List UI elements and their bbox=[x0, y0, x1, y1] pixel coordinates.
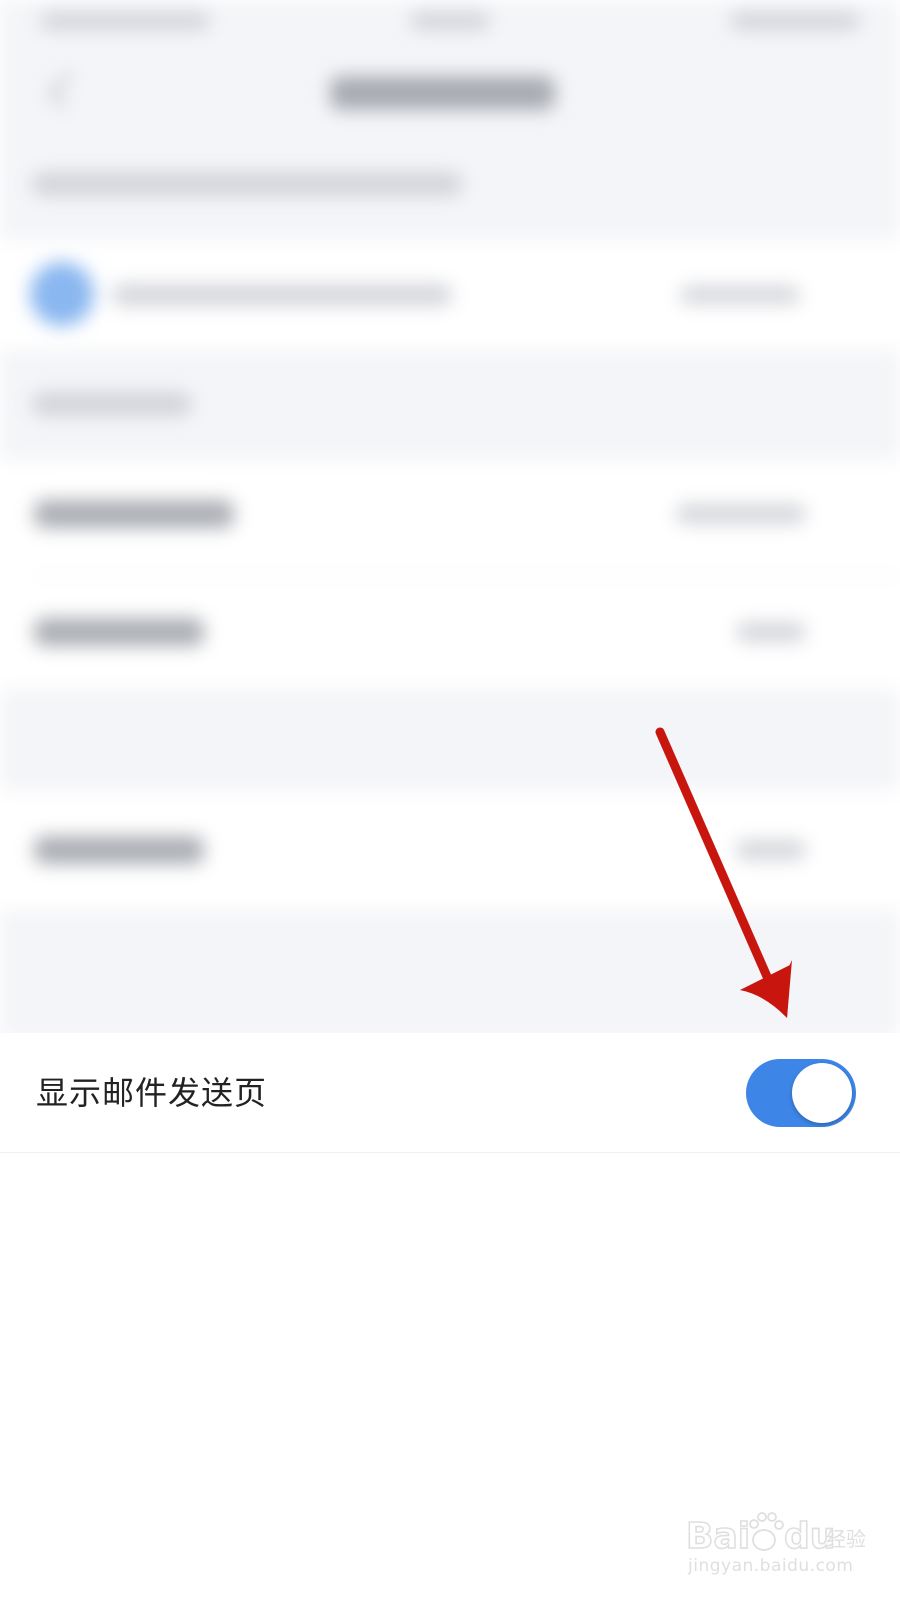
screen: 显示邮件发送页 Bai du 经验 jingyan.baidu.com bbox=[0, 0, 900, 1600]
baidu-paw-logo-icon: Bai du 经验 bbox=[686, 1512, 866, 1558]
settings-card-2 bbox=[0, 790, 900, 910]
status-bar-time bbox=[410, 12, 490, 30]
status-bar-carrier bbox=[40, 12, 210, 30]
account-name bbox=[112, 284, 452, 306]
show-send-page-label: 显示邮件发送页 bbox=[36, 1074, 268, 1112]
settings-card bbox=[0, 460, 900, 690]
watermark-url: jingyan.baidu.com bbox=[688, 1556, 854, 1576]
svg-text:经验: 经验 bbox=[826, 1527, 866, 1551]
status-bar-battery bbox=[730, 12, 860, 30]
show-send-page-toggle[interactable] bbox=[746, 1059, 856, 1127]
back-arrow-icon[interactable] bbox=[47, 71, 85, 109]
setting-item-3-value bbox=[736, 840, 806, 860]
avatar-icon bbox=[30, 262, 94, 326]
setting-item-3-label bbox=[34, 836, 204, 864]
blurred-settings-area bbox=[0, 0, 900, 1040]
setting-item-1-value bbox=[676, 504, 806, 524]
setting-item-1-label bbox=[34, 500, 234, 528]
account-card[interactable] bbox=[0, 240, 900, 350]
section-caption bbox=[32, 172, 462, 196]
setting-item-2-label bbox=[34, 618, 204, 646]
setting-item-2-value bbox=[736, 622, 806, 642]
account-value bbox=[680, 286, 800, 304]
row-divider bbox=[34, 575, 900, 577]
nav-title bbox=[330, 76, 555, 110]
show-send-page-row[interactable]: 显示邮件发送页 bbox=[0, 1033, 900, 1153]
svg-text:Bai: Bai bbox=[686, 1516, 750, 1557]
toggle-knob bbox=[792, 1063, 852, 1123]
section-caption-2 bbox=[32, 392, 192, 416]
baidu-jingyan-watermark: Bai du 经验 jingyan.baidu.com bbox=[686, 1500, 866, 1590]
